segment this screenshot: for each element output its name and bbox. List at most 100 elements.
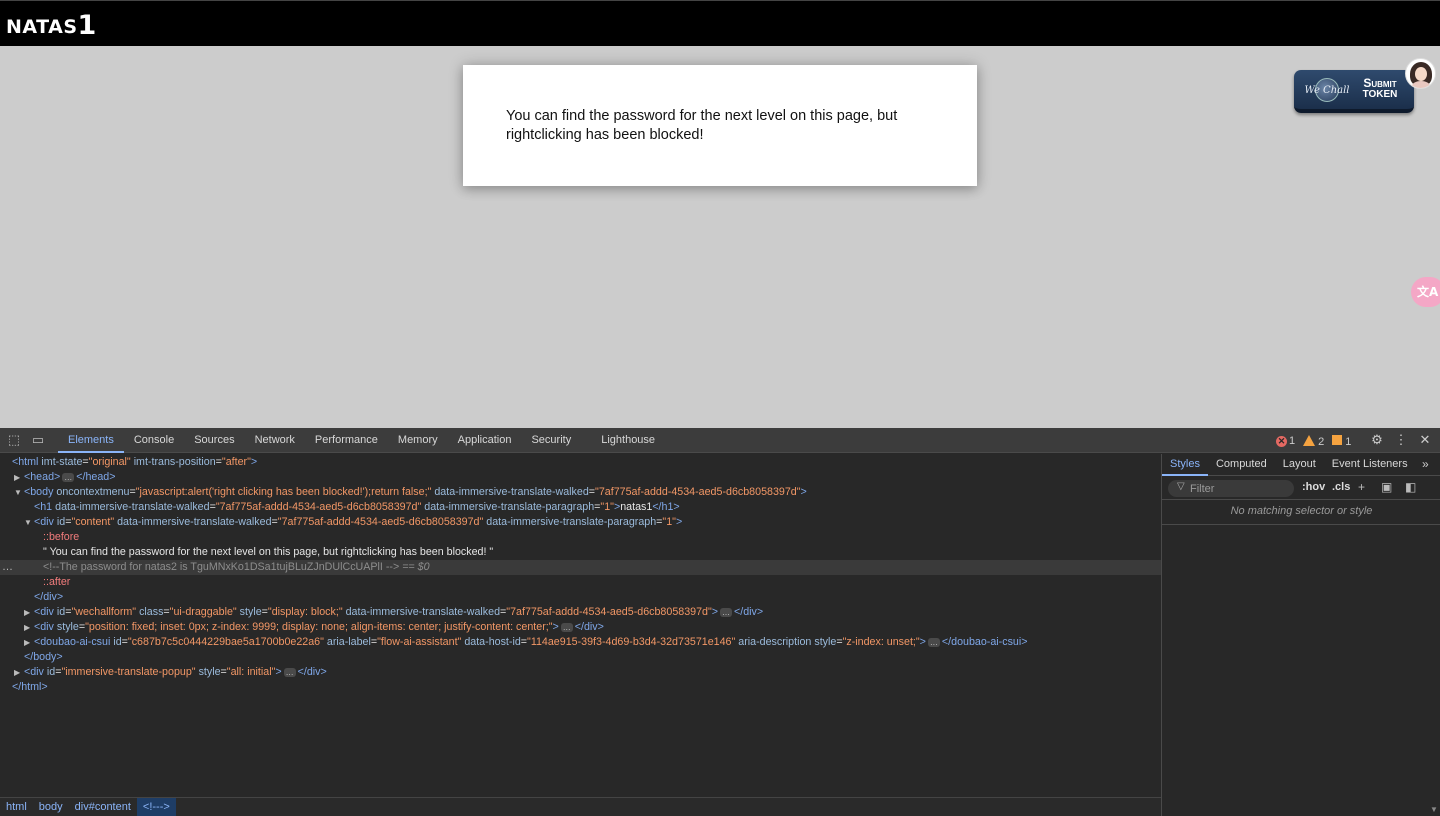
dom-line-body[interactable]: ▼ <body oncontextmenu="javascript:alert(… xyxy=(0,485,1161,500)
styles-sidebar: Styles Computed Layout Event Listeners »… xyxy=(1161,454,1440,816)
dom-line-div-fixed[interactable]: ▶ <div style="position: fixed; inset: 0p… xyxy=(0,620,1161,635)
more-tabs-chevron-icon[interactable]: » xyxy=(1422,457,1429,471)
dom-line-after[interactable]: ::after xyxy=(0,575,1161,590)
dom-line-body-close[interactable]: </body> xyxy=(0,650,1161,665)
tab-layout[interactable]: Layout xyxy=(1275,454,1324,476)
paint-brush-icon[interactable]: ▣ xyxy=(1381,480,1392,494)
styles-filter-input[interactable] xyxy=(1190,481,1290,496)
dom-line-h1[interactable]: <h1 data-immersive-translate-walked="7af… xyxy=(0,500,1161,515)
ellipsis-icon[interactable]: … xyxy=(560,622,573,632)
wechall-submit-token-button[interactable]: We Chall Submit token xyxy=(1294,70,1414,113)
devtools-panel: ⬚ ▭ Elements Console Sources Network Per… xyxy=(0,428,1440,816)
cls-button[interactable]: .cls xyxy=(1332,481,1350,493)
dom-line-doubao[interactable]: ▶ <doubao-ai-csui id="c687b7c5c0444229ba… xyxy=(0,635,1161,650)
dom-line-translate-popup[interactable]: ▶ <div id="immersive-translate-popup" st… xyxy=(0,665,1161,680)
dom-line-html[interactable]: <html imt-state="original" imt-trans-pos… xyxy=(0,455,1161,470)
warning-icon xyxy=(1303,435,1316,446)
elements-dom-tree: <html imt-state="original" imt-trans-pos… xyxy=(0,454,1161,796)
close-devtools-icon[interactable]: ✕ xyxy=(1418,432,1432,448)
dom-line-head[interactable]: ▶ <head>… </head> xyxy=(0,470,1161,485)
tab-network[interactable]: Network xyxy=(245,428,305,453)
dom-line-text-node[interactable]: " You can find the password for the next… xyxy=(0,545,1161,560)
no-match-message: No matching selector or style xyxy=(1230,505,1373,517)
webpage-viewport: NATAS1 You can find the password for the… xyxy=(0,0,1440,428)
tab-computed[interactable]: Computed xyxy=(1208,454,1275,476)
ellipsis-icon[interactable]: … xyxy=(283,667,296,677)
tab-performance[interactable]: Performance xyxy=(305,428,388,453)
dom-line-wechallform[interactable]: ▶ <div id="wechallform" class="ui-dragga… xyxy=(0,605,1161,620)
tab-application[interactable]: Application xyxy=(448,428,522,453)
device-toolbar-icon[interactable]: ▭ xyxy=(31,433,45,447)
error-count[interactable]: ✕ 1 xyxy=(1276,435,1295,447)
ellipsis-icon[interactable]: … xyxy=(720,607,733,617)
dom-line-html-close[interactable]: </html> xyxy=(0,680,1161,695)
collapse-triangle-icon[interactable]: ▼ xyxy=(24,515,32,530)
issue-count-value: 1 xyxy=(1345,435,1352,448)
new-rule-plus-icon[interactable]: + xyxy=(1358,480,1365,494)
expand-triangle-icon[interactable]: ▶ xyxy=(24,605,32,620)
content-text: You can find the password for the next l… xyxy=(506,108,898,143)
translate-float-button[interactable]: 文A xyxy=(1411,277,1440,307)
ellipsis-icon[interactable]: … xyxy=(927,637,940,647)
breadcrumb-body[interactable]: body xyxy=(33,798,69,816)
more-options-icon[interactable]: ⋮ xyxy=(1394,432,1408,448)
toggle-sidebar-icon[interactable]: ◧ xyxy=(1405,480,1416,494)
issue-count[interactable]: 1 xyxy=(1332,434,1352,448)
collapse-triangle-icon[interactable]: ▼ xyxy=(14,485,22,500)
expand-triangle-icon[interactable]: ▶ xyxy=(24,620,32,635)
devtools-tabbar: ⬚ ▭ Elements Console Sources Network Per… xyxy=(0,428,1440,453)
warning-count-value: 2 xyxy=(1318,436,1325,448)
styles-filter-row: ▽ :hov .cls + ▣ ◧ xyxy=(1162,477,1440,500)
wechall-label-submit: Submit xyxy=(1363,76,1397,90)
devtools-right-icons: ⚙ ⋮ ✕ xyxy=(1370,432,1432,448)
page-title-number: 1 xyxy=(77,10,97,41)
dom-line-div-content[interactable]: ▼ <div id="content" data-immersive-trans… xyxy=(0,515,1161,530)
wechall-logo-text: We Chall xyxy=(1304,85,1350,96)
breadcrumb-html[interactable]: html xyxy=(0,798,33,816)
avatar-body xyxy=(1412,81,1430,88)
tab-security[interactable]: Security xyxy=(521,428,581,453)
tab-memory[interactable]: Memory xyxy=(388,428,448,453)
breadcrumb: html body div#content <!---> xyxy=(0,797,1161,816)
settings-gear-icon[interactable]: ⚙ xyxy=(1370,432,1384,448)
scroll-down-arrow-icon[interactable]: ▼ xyxy=(1430,805,1438,814)
dom-line-div-close[interactable]: </div> xyxy=(0,590,1161,605)
tab-event-listeners[interactable]: Event Listeners xyxy=(1324,454,1416,476)
issue-icon xyxy=(1332,434,1343,445)
error-count-value: 1 xyxy=(1289,435,1296,447)
hov-button[interactable]: :hov xyxy=(1302,481,1325,493)
tab-elements[interactable]: Elements xyxy=(58,428,124,453)
breadcrumb-comment[interactable]: <!---> xyxy=(136,798,176,816)
expand-triangle-icon[interactable]: ▶ xyxy=(14,470,22,485)
devtools-status[interactable]: ✕ 1 2 1 xyxy=(1276,433,1351,449)
page-header: NATAS1 xyxy=(0,0,1440,46)
warning-count[interactable]: 2 xyxy=(1303,434,1324,448)
assistant-avatar[interactable] xyxy=(1405,58,1436,89)
divider xyxy=(1162,524,1440,525)
tab-sources[interactable]: Sources xyxy=(184,428,244,453)
styles-tabs: Styles Computed Layout Event Listeners » xyxy=(1162,454,1440,476)
devtools-tabs: Elements Console Sources Network Perform… xyxy=(58,428,665,453)
page-title: NATAS1 xyxy=(6,9,97,41)
dom-line-before[interactable]: ::before xyxy=(0,530,1161,545)
tab-console[interactable]: Console xyxy=(124,428,184,453)
filter-funnel-icon: ▽ xyxy=(1177,481,1185,492)
tab-styles[interactable]: Styles xyxy=(1162,454,1208,476)
more-dots-icon[interactable]: … xyxy=(2,560,13,575)
error-icon: ✕ xyxy=(1276,436,1287,447)
translate-icon: 文A xyxy=(1417,285,1439,299)
wechall-logo: We Chall xyxy=(1304,78,1350,104)
inspect-element-icon[interactable]: ⬚ xyxy=(7,433,21,447)
expand-triangle-icon[interactable]: ▶ xyxy=(14,665,22,680)
tab-lighthouse[interactable]: Lighthouse xyxy=(581,428,665,453)
wechall-label: Submit token xyxy=(1354,77,1406,101)
wechall-label-token: token xyxy=(1362,89,1398,100)
breadcrumb-div-content[interactable]: div#content xyxy=(69,798,137,816)
dom-line-comment-selected[interactable]: … <!--The password for natas2 is TguMNxK… xyxy=(0,560,1161,575)
filter-box: ▽ xyxy=(1168,480,1294,497)
avatar-face xyxy=(1415,67,1427,81)
content-box: You can find the password for the next l… xyxy=(463,65,977,186)
page-title-text: NATAS xyxy=(6,16,78,38)
ellipsis-icon[interactable]: … xyxy=(62,472,75,482)
expand-triangle-icon[interactable]: ▶ xyxy=(24,635,32,650)
